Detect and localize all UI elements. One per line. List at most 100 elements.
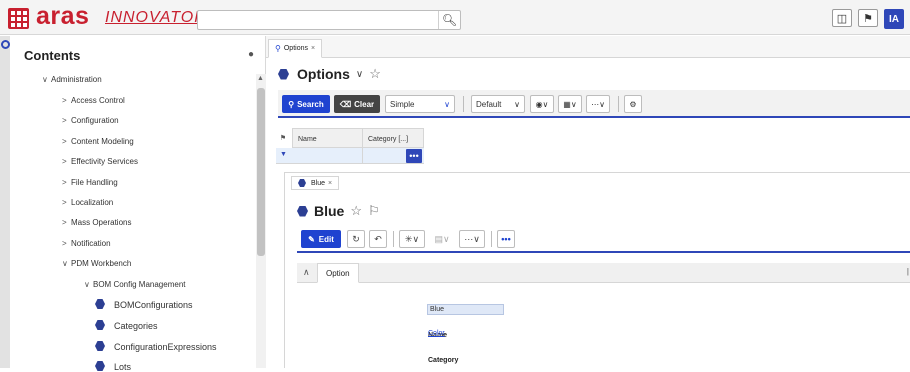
structure-icon[interactable]: ✳∨ [399, 230, 425, 248]
column-header-category[interactable]: Category [...] [363, 129, 425, 149]
sidebar-item-label: Categories [114, 321, 158, 331]
tab-strip: ⚲ Options × [266, 36, 910, 58]
scrollbar-thumb[interactable] [257, 88, 265, 256]
search-icon[interactable]: 🔍︎ [438, 11, 460, 29]
name-field[interactable]: Blue [427, 304, 504, 315]
view-options-icon[interactable]: ▦∨ [558, 95, 582, 113]
chevron-right-icon: > [62, 239, 67, 248]
chevron-down-icon: ▼ [280, 151, 287, 158]
edit-button[interactable]: ✎ Edit [301, 230, 341, 248]
item-toolbar: ✎ Edit ↻ ↶ ✳∨ ▤∨ ⋯∨ ••• [297, 225, 910, 253]
column-header-name[interactable]: Name [293, 129, 363, 149]
sidebar-item-access-control[interactable]: > Access Control [62, 96, 125, 105]
sidebar-item-content-modeling[interactable]: > Content Modeling [62, 137, 134, 146]
chevron-down-icon: ∨ [514, 99, 520, 109]
main-area: ⚲ Options × Options ∨ ☆ ⚲ Search ⌫ Clear S… [266, 36, 910, 368]
tab-option[interactable]: Option [317, 263, 359, 283]
chevron-right-icon: > [62, 218, 67, 227]
query-options-icon[interactable]: ◉∨ [530, 95, 554, 113]
sidebar-title: Contents [24, 48, 81, 63]
close-icon[interactable]: × [311, 45, 315, 52]
share-icon[interactable]: ⋯∨ [459, 230, 485, 248]
sidebar-item-label: Access Control [71, 96, 125, 105]
sidebar-item-label: Localization [71, 198, 114, 207]
sidebar-item-bomconfigurations[interactable]: BOMConfigurations [95, 299, 193, 310]
search-icon: ⚲ [288, 99, 295, 109]
table-row[interactable]: ▼ ••• [276, 148, 424, 164]
app-menu-icon[interactable] [8, 8, 29, 29]
sidebar-item-administration[interactable]: ∨ Administration [42, 75, 102, 84]
field-label-category: Category [428, 357, 459, 364]
item-title: Blue ☆ ⚐ [297, 203, 380, 219]
clear-button[interactable]: ⌫ Clear [334, 95, 380, 113]
sidebar-item-configurationexpressions[interactable]: ConfigurationExpressions [95, 341, 217, 352]
favorite-star-icon[interactable]: ☆ [369, 66, 381, 82]
sidebar-item-file-handling[interactable]: > File Handling [62, 178, 118, 187]
chevron-right-icon: > [62, 96, 67, 105]
contents-nav-icon[interactable] [1, 40, 10, 49]
sidebar-item-pdm-workbench[interactable]: ∨ PDM Workbench [62, 259, 131, 268]
itemtype-icon [278, 68, 289, 80]
sidebar-item-configuration[interactable]: > Configuration [62, 116, 119, 125]
undo-icon[interactable]: ↶ [369, 230, 387, 248]
clear-button-label: Clear [354, 99, 375, 109]
title-text: Blue [314, 203, 345, 219]
global-search-input[interactable]: 🔍︎ [197, 10, 461, 30]
tab-blue[interactable]: Blue × [291, 176, 340, 190]
notifications-icon[interactable]: ⚑ [858, 9, 878, 27]
logo-primary: aras [36, 2, 90, 30]
grid-header: Name Category [...] [292, 128, 425, 149]
itemtype-icon [95, 361, 105, 371]
flag-icon[interactable]: ⚐ [368, 203, 380, 219]
chevron-right-icon: > [62, 178, 67, 187]
sidebar-item-notification[interactable]: > Notification [62, 239, 111, 248]
chevron-up-icon[interactable]: ∧ [303, 267, 310, 278]
item-panel: Blue × Blue ☆ ⚐ ✎ Edit ↻ ↶ ✳∨ ▤∨ ⋯∨ ••• ∧… [284, 172, 910, 368]
itemtype-icon [95, 341, 105, 351]
sidebar-item-label: PDM Workbench [71, 259, 132, 268]
sidebar-item-mass-operations[interactable]: > Mass Operations [62, 218, 131, 227]
sidebar-scrollbar[interactable]: ▲ [256, 74, 266, 368]
search-grid: ⚑ Name Category [...] ▼ ••• [276, 128, 424, 164]
chevron-right-icon: > [62, 137, 67, 146]
sidebar: Contents ● ∨ Administration > Access Contr… [12, 36, 266, 372]
share-icon[interactable]: ⋯∨ [586, 95, 610, 113]
page-title: Options ∨ ☆ [278, 66, 381, 82]
layout-select[interactable]: Default ∨ [471, 95, 525, 113]
search-button-label: Search [297, 99, 324, 109]
avatar[interactable]: IA [884, 9, 904, 29]
favorite-star-icon[interactable]: ☆ [350, 203, 362, 219]
itemtype-icon [298, 179, 306, 187]
sidebar-item-label: File Handling [71, 178, 118, 187]
chevron-right-icon: > [62, 116, 67, 125]
close-icon[interactable]: × [328, 180, 332, 187]
sidebar-item-effectivity-services[interactable]: > Effectivity Services [62, 157, 138, 166]
settings-icon[interactable]: ⚙ [624, 95, 642, 113]
toolbar-divider [618, 96, 619, 112]
sidebar-item-label: Effectivity Services [71, 157, 138, 166]
chevron-down-icon[interactable]: ∨ [356, 69, 363, 80]
clipboard-icon[interactable]: ▤∨ [429, 230, 455, 248]
split-view-icon[interactable]: ◫ [832, 9, 852, 27]
category-link[interactable]: Color [428, 330, 445, 337]
pin-icon[interactable]: ● [248, 49, 254, 60]
sidebar-item-label: Configuration [71, 116, 119, 125]
sidebar-item-lots[interactable]: Lots [95, 361, 131, 372]
scroll-up-icon[interactable]: ▲ [257, 75, 264, 82]
tab-options[interactable]: ⚲ Options × [268, 39, 323, 58]
chevron-right-icon: > [62, 157, 67, 166]
sidebar-item-label: Notification [71, 239, 111, 248]
sidebar-item-categories[interactable]: Categories [95, 320, 158, 331]
search-mode-select[interactable]: Simple ∨ [385, 95, 455, 113]
sidebar-toggle-icon[interactable]: | [907, 267, 909, 276]
category-picker-button[interactable]: ••• [406, 149, 422, 163]
search-button[interactable]: ⚲ Search [282, 95, 330, 113]
sidebar-item-bom-config-management[interactable]: ∨ BOM Config Management [84, 280, 186, 289]
layout-value: Default [476, 99, 502, 109]
refresh-icon[interactable]: ↻ [347, 230, 365, 248]
toolbar-divider [393, 231, 394, 247]
pencil-icon: ✎ [308, 234, 315, 244]
form-tab-bar: ∧ Option | [297, 263, 910, 283]
sidebar-item-localization[interactable]: > Localization [62, 198, 113, 207]
more-button[interactable]: ••• [497, 230, 515, 248]
